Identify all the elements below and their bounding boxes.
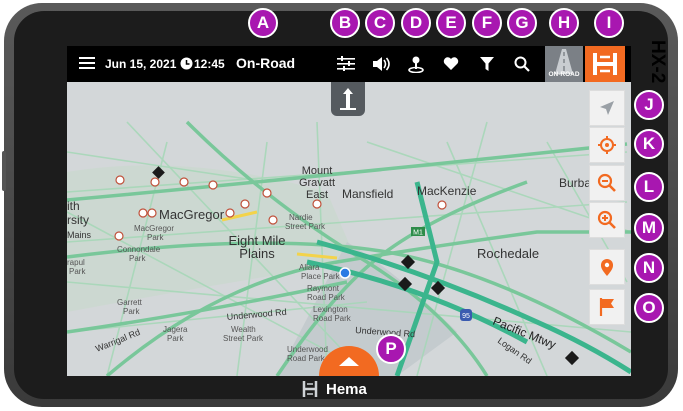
clock-icon xyxy=(180,57,193,70)
map-label: Road Park xyxy=(313,314,352,323)
callout-f: F xyxy=(472,8,502,38)
date-text: Jun 15, 2021 xyxy=(105,57,177,71)
callout-n: N xyxy=(634,253,664,283)
heart-icon[interactable] xyxy=(443,57,459,71)
callout-i: I xyxy=(594,8,624,38)
expand-panel-button[interactable] xyxy=(319,346,379,376)
map-label: Nardie xyxy=(289,213,313,222)
callout-d: D xyxy=(401,8,431,38)
device-model-label: HX-2 xyxy=(647,40,668,84)
callout-o: O xyxy=(634,293,664,323)
zoom-out-button[interactable] xyxy=(589,165,625,201)
map-label: Plains xyxy=(239,246,275,261)
hema-brand-icon xyxy=(302,381,318,397)
navigation-arrow-icon xyxy=(600,101,614,115)
map-label: Park xyxy=(123,307,140,316)
callout-e: E xyxy=(436,8,466,38)
map-label: Park xyxy=(69,267,86,276)
chevron-up-icon xyxy=(339,357,359,366)
map-label: Gravatt xyxy=(299,177,335,189)
map-label: Park xyxy=(129,254,146,263)
callout-b: B xyxy=(330,8,360,38)
callout-m: M xyxy=(634,213,664,243)
map-label: Park xyxy=(147,233,164,242)
zoom-out-icon xyxy=(597,173,616,192)
callout-a: A xyxy=(248,8,278,38)
search-icon[interactable] xyxy=(514,56,530,72)
callout-g: G xyxy=(507,8,537,38)
callout-j: J xyxy=(634,90,664,120)
north-arrow-icon xyxy=(340,88,356,110)
map-label: Road Park xyxy=(307,293,346,302)
time-text: 12:45 xyxy=(194,57,225,71)
map-label: Mount xyxy=(302,165,333,177)
filter-icon[interactable] xyxy=(479,56,495,72)
map-label: Rochedale xyxy=(477,246,539,261)
hema-logo-icon xyxy=(593,53,617,75)
map-label: Allara xyxy=(299,263,320,272)
zoom-in-icon xyxy=(597,210,616,229)
map-label: Burba xyxy=(559,176,591,190)
callout-p: P xyxy=(376,334,406,364)
map-label: Place Park xyxy=(301,272,341,281)
direction-tab[interactable] xyxy=(331,82,365,116)
map-label: Jagera xyxy=(163,325,188,334)
menu-icon[interactable] xyxy=(79,56,95,70)
callout-h: H xyxy=(549,8,579,38)
map-label: Street Park xyxy=(223,334,264,343)
callout-l: L xyxy=(634,172,664,202)
side-button xyxy=(2,151,6,191)
flag-icon xyxy=(599,298,614,316)
callout-c: C xyxy=(365,8,395,38)
map-label: Mansfield xyxy=(342,187,393,201)
map-label: MacGregor xyxy=(159,207,225,222)
map-label: Garrett xyxy=(117,298,143,307)
locate-me-button[interactable] xyxy=(589,127,625,163)
map-label: Raymont xyxy=(307,284,340,293)
callout-k: K xyxy=(634,129,664,159)
map-pin-icon xyxy=(601,259,613,276)
map-view[interactable]: M1 95 Mount Gravatt East Mansfield MacKe… xyxy=(67,82,631,376)
map-label: Connondale xyxy=(117,245,161,254)
location-pin-icon[interactable] xyxy=(408,55,424,74)
volume-icon[interactable] xyxy=(372,56,390,72)
navigate-button[interactable] xyxy=(589,90,625,126)
map-label: rapul xyxy=(67,258,85,267)
on-road-toggle-label: ON-ROAD xyxy=(548,71,580,78)
top-bar: Jun 15, 2021 12:45 On-Road ON-ROAD xyxy=(67,46,631,82)
brand-footer: Hema xyxy=(300,378,367,400)
brand-name: Hema xyxy=(326,380,367,398)
hema-logo-button[interactable] xyxy=(585,46,625,82)
map-label: MacKenzie xyxy=(417,184,477,198)
map-label: Street Park xyxy=(285,222,326,231)
map-label: MacGregor xyxy=(134,224,174,233)
map-label: Lexington xyxy=(313,305,348,314)
add-waypoint-button[interactable] xyxy=(589,249,625,285)
zoom-in-button[interactable] xyxy=(589,202,625,238)
map-label: rsity xyxy=(67,213,89,227)
settings-sliders-icon[interactable] xyxy=(337,56,355,72)
flag-button[interactable] xyxy=(589,289,625,325)
route-shield: 95 xyxy=(462,313,470,320)
motorway-shield: M1 xyxy=(413,230,423,237)
map-label: Mains xyxy=(67,230,92,240)
crosshair-icon xyxy=(598,136,616,154)
current-location-dot xyxy=(339,267,351,279)
on-road-toggle[interactable]: ON-ROAD xyxy=(545,46,583,82)
map-label: Park xyxy=(167,334,184,343)
screen: Jun 15, 2021 12:45 On-Road ON-ROAD M1 95… xyxy=(67,46,631,376)
map-label: Wealth xyxy=(231,325,256,334)
map-label: ith xyxy=(67,199,80,213)
mode-title: On-Road xyxy=(236,55,296,71)
map-label: East xyxy=(306,189,328,201)
